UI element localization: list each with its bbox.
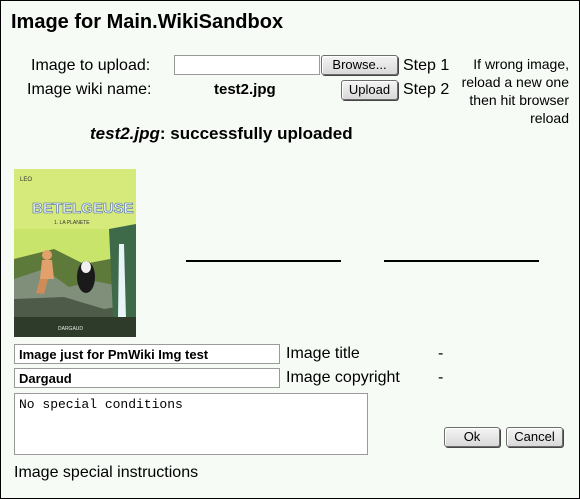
thumbnail-placeholder-line-1 xyxy=(186,260,341,262)
cover-publisher: DARGAUD xyxy=(58,326,83,332)
uploaded-filename: test2.jpg xyxy=(90,124,160,143)
image-wiki-name-value: test2.jpg xyxy=(214,81,276,98)
browse-button[interactable]: Browse... xyxy=(321,55,398,75)
upload-button[interactable]: Upload xyxy=(341,80,398,100)
special-instructions-label: Image special instructions xyxy=(14,464,199,481)
reload-note: If wrong image, reload a new one then hi… xyxy=(461,56,569,126)
special-conditions-textarea[interactable]: No special conditions xyxy=(14,393,368,455)
cover-volume: 1. LA PLANETE xyxy=(54,220,90,226)
page-title: Image for Main.WikiSandbox xyxy=(11,11,284,33)
cancel-button[interactable]: Cancel xyxy=(506,427,563,447)
upload-status-message: : successfully uploaded xyxy=(159,124,353,143)
image-title-input[interactable] xyxy=(14,344,280,364)
step2-label: Step 2 xyxy=(403,81,450,98)
thumbnail-placeholder-line-2 xyxy=(384,260,539,262)
image-title-dash: - xyxy=(438,345,444,362)
cover-series-title: BETELGEUSE xyxy=(32,200,134,217)
ok-button[interactable]: Ok xyxy=(444,427,500,447)
image-title-label: Image title xyxy=(286,345,360,362)
upload-dialog: Image for Main.WikiSandbox Image to uplo… xyxy=(0,0,580,499)
image-to-upload-label: Image to upload: xyxy=(31,57,151,74)
image-copyright-label: Image copyright xyxy=(286,369,400,386)
image-wiki-name-label: Image wiki name: xyxy=(27,81,152,98)
cover-art: LEO BETELGEUSE 1. LA PLANETE DARGAUD xyxy=(14,169,136,337)
image-copyright-input[interactable] xyxy=(14,368,280,388)
upload-status: test2.jpg: successfully uploaded xyxy=(90,124,353,144)
uploaded-image-preview: LEO BETELGEUSE 1. LA PLANETE DARGAUD xyxy=(14,169,136,337)
image-copyright-dash: - xyxy=(438,369,444,386)
cover-author: LEO xyxy=(20,177,32,183)
file-path-input[interactable] xyxy=(174,55,320,75)
step1-label: Step 1 xyxy=(403,57,450,74)
